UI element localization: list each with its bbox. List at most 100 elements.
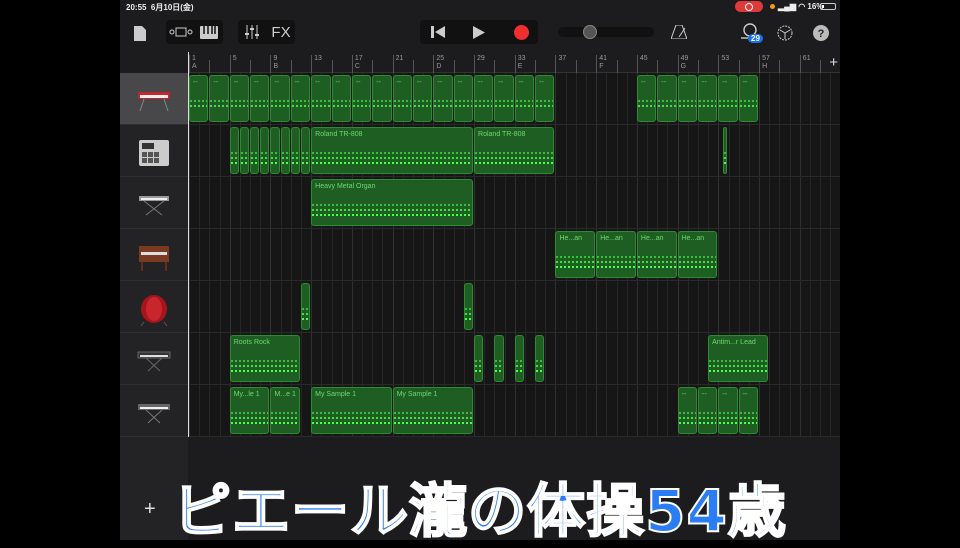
region[interactable]: --	[718, 387, 738, 434]
region[interactable]: --	[453, 75, 474, 122]
region[interactable]: --	[331, 75, 351, 122]
ruler-bar-41[interactable]: 41 F	[596, 55, 607, 73]
region[interactable]: --	[698, 387, 718, 434]
region[interactable]: --	[677, 75, 697, 122]
region[interactable]: --	[657, 75, 677, 122]
region[interactable]: --	[372, 75, 392, 122]
timeline-ruler[interactable]: + 1 A 5 9 B 13 17 C 21 25 D 29 33 E 37 41 F 45 49 G 53 57 H 61	[188, 52, 840, 73]
region[interactable]	[535, 335, 545, 382]
track-lane[interactable]: Roots Rock Antim...r Lead	[188, 333, 840, 385]
region[interactable]: Roland TR-808	[474, 127, 555, 174]
region[interactable]	[300, 127, 311, 174]
document-icon[interactable]	[132, 24, 148, 42]
track-lane[interactable]: Roland TR-808 Roland TR-808	[188, 125, 840, 177]
track-header-drum-machine[interactable]	[120, 125, 188, 177]
track-header-keyboard-stand[interactable]	[120, 177, 188, 229]
region[interactable]: He...an	[677, 231, 718, 278]
ruler-bar-53[interactable]: 53	[718, 55, 729, 73]
region[interactable]: --	[189, 75, 209, 122]
track-header-organ[interactable]	[120, 229, 188, 281]
region[interactable]: --	[270, 75, 290, 122]
region[interactable]	[290, 127, 300, 174]
ruler-bar-33[interactable]: 33 E	[514, 55, 526, 73]
region[interactable]	[300, 283, 311, 330]
master-volume-slider[interactable]	[558, 25, 654, 39]
region[interactable]: --	[738, 387, 759, 434]
help-icon[interactable]: ?	[810, 22, 832, 44]
track-lane[interactable]: -- -- -- -- -- -- -- -- -- -- -- -- -- -- -- -- -- -- -- --…	[188, 73, 840, 125]
region[interactable]: He...an	[596, 231, 636, 278]
region[interactable]: --	[351, 75, 372, 122]
region[interactable]	[239, 127, 250, 174]
region[interactable]: Roots Rock	[229, 335, 300, 382]
ruler-bar-25[interactable]: 25 D	[433, 55, 444, 73]
mixer-icon[interactable]	[240, 22, 264, 42]
region[interactable]: --	[738, 75, 759, 122]
track-lane[interactable]: Heavy Metal Organ	[188, 177, 840, 229]
region[interactable]: --	[311, 75, 331, 122]
region[interactable]: --	[412, 75, 433, 122]
track-header-synth-keyboard[interactable]	[120, 333, 188, 385]
fx-button[interactable]: FX	[268, 22, 294, 42]
slider-knob[interactable]	[583, 25, 597, 39]
region[interactable]: --	[250, 75, 270, 122]
region[interactable]: My...le 1	[229, 387, 270, 434]
region[interactable]	[270, 127, 280, 174]
rewind-button[interactable]	[425, 22, 451, 42]
ruler-bar-37[interactable]: 37	[555, 55, 566, 73]
region[interactable]: --	[433, 75, 453, 122]
region[interactable]	[260, 127, 270, 174]
keyboard-icon[interactable]	[198, 22, 220, 42]
tracks-view-icon[interactable]	[168, 22, 194, 42]
region[interactable]: Roland TR-808	[311, 127, 474, 174]
ruler-bar-21[interactable]: 21	[392, 55, 403, 73]
ruler-bar-17[interactable]: 17 C	[351, 55, 363, 73]
track-header-keyboard-red[interactable]	[120, 73, 188, 125]
ruler-bar-13[interactable]: 13	[311, 55, 322, 73]
track-lane[interactable]: My...le 1 M...e 1 My Sample 1 My Sample 1 --…	[188, 385, 840, 437]
region[interactable]	[723, 127, 728, 174]
region[interactable]: My Sample 1	[392, 387, 474, 434]
region[interactable]: --	[392, 75, 412, 122]
track-lane[interactable]: He...an He...an He...an He...an	[188, 229, 840, 281]
region[interactable]: Heavy Metal Organ	[311, 179, 474, 226]
region[interactable]	[514, 335, 524, 382]
region[interactable]: --	[474, 75, 494, 122]
region[interactable]: My Sample 1	[311, 387, 392, 434]
ruler-bar-9[interactable]: 9B	[270, 55, 278, 73]
region[interactable]: --	[698, 75, 718, 122]
ruler-bar-49[interactable]: 49 G	[677, 55, 688, 73]
region[interactable]: --	[718, 75, 738, 122]
region[interactable]: He...an	[636, 231, 677, 278]
ruler-bar-61[interactable]: 61	[799, 55, 811, 73]
region[interactable]: --	[636, 75, 657, 122]
region[interactable]: --	[494, 75, 514, 122]
region[interactable]: --	[535, 75, 555, 122]
region[interactable]: M...e 1	[270, 387, 300, 434]
ruler-bar-1[interactable]: 1A	[189, 55, 197, 73]
track-lanes[interactable]: -- -- -- -- -- -- -- -- -- -- -- -- -- -- -- -- -- -- -- --…	[188, 73, 840, 437]
ruler-bar-45[interactable]: 45	[636, 55, 648, 73]
region[interactable]	[463, 283, 474, 330]
play-button[interactable]	[466, 22, 492, 42]
record-button[interactable]	[508, 22, 534, 42]
ruler-bar-57[interactable]: 57 H	[759, 55, 770, 73]
settings-icon[interactable]	[774, 22, 796, 44]
ruler-bar-29[interactable]: 29	[474, 55, 485, 73]
region[interactable]	[280, 127, 290, 174]
region[interactable]: --	[290, 75, 311, 122]
region[interactable]	[474, 335, 484, 382]
region[interactable]: --	[514, 75, 535, 122]
region[interactable]: --	[209, 75, 229, 122]
region[interactable]	[494, 335, 504, 382]
ruler-bar-5[interactable]: 5	[229, 55, 237, 73]
region[interactable]: --	[229, 75, 250, 122]
track-lane[interactable]	[188, 281, 840, 333]
region[interactable]: Antim...r Lead	[708, 335, 769, 382]
region[interactable]	[229, 127, 239, 174]
region[interactable]	[250, 127, 260, 174]
region[interactable]: --	[677, 387, 697, 434]
playhead[interactable]	[188, 52, 189, 437]
add-section-button[interactable]: +	[829, 54, 838, 71]
region[interactable]: He...an	[555, 231, 596, 278]
